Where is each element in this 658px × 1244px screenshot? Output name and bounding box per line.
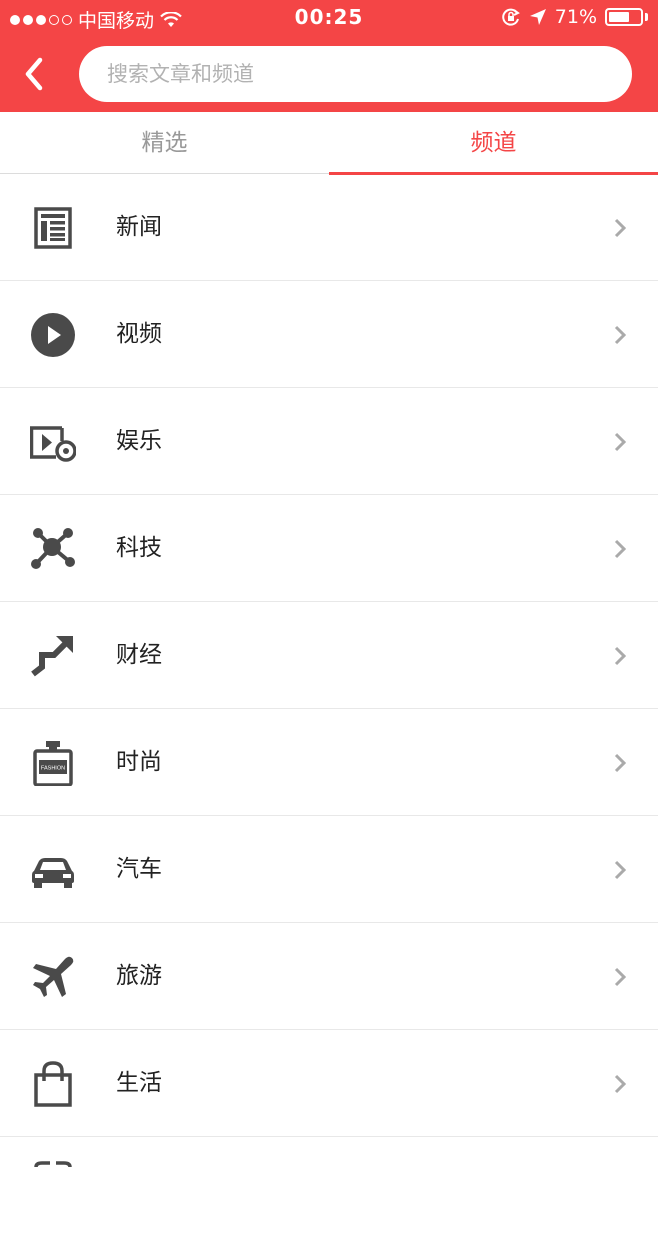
battery-icon: [605, 8, 643, 26]
partial-icon: [34, 1161, 72, 1168]
channel-label: 视频: [116, 321, 162, 347]
channel-row-tech[interactable]: 科技: [0, 495, 658, 602]
location-icon: [529, 9, 546, 25]
chevron-right-icon: [614, 753, 626, 773]
channel-row-entertainment[interactable]: 娱乐: [0, 388, 658, 495]
channel-label: 科技: [116, 535, 162, 561]
top-bar: 中国移动 00:25 71%: [0, 0, 658, 112]
tab-channels[interactable]: 频道: [329, 112, 658, 175]
fashion-icon-text: FASHION: [41, 766, 65, 772]
chevron-right-icon: [614, 860, 626, 880]
channel-row-life[interactable]: 生活: [0, 1030, 658, 1137]
airplane-icon: [33, 956, 74, 997]
chevron-right-icon: [614, 967, 626, 987]
channel-row-partial[interactable]: [0, 1137, 658, 1244]
channel-row-video[interactable]: 视频: [0, 281, 658, 388]
chevron-right-icon: [614, 218, 626, 238]
tab-bar: 精选 频道: [0, 112, 658, 175]
trend-up-icon: [31, 636, 73, 677]
channel-label: 新闻: [116, 214, 162, 240]
channel-label: 汽车: [116, 856, 162, 882]
channel-label: 生活: [116, 1070, 162, 1096]
channel-row-news[interactable]: 新闻: [0, 174, 658, 281]
perfume-icon: FASHION: [33, 741, 73, 786]
tab-featured[interactable]: 精选: [0, 112, 329, 174]
channel-row-travel[interactable]: 旅游: [0, 923, 658, 1030]
chevron-right-icon: [614, 325, 626, 345]
channel-label: 娱乐: [116, 428, 162, 454]
newspaper-icon: [34, 207, 72, 249]
car-icon: [32, 858, 74, 888]
shopping-bag-icon: [34, 1061, 72, 1107]
channel-label: 旅游: [116, 963, 162, 989]
chevron-right-icon: [614, 646, 626, 666]
search-input[interactable]: [79, 46, 632, 102]
chevron-right-icon: [614, 432, 626, 452]
channel-label: 时尚: [116, 749, 162, 775]
channel-label: 财经: [116, 642, 162, 668]
chevron-left-icon[interactable]: [18, 54, 52, 94]
channel-row-finance[interactable]: 财经: [0, 602, 658, 709]
molecule-icon: [31, 528, 75, 569]
battery-percent: 71%: [554, 6, 597, 28]
channel-list: 新闻 视频 娱乐 科技 财经 FASHION 时尚 汽车 旅游 生活: [0, 174, 658, 1244]
channel-row-auto[interactable]: 汽车: [0, 816, 658, 923]
chevron-right-icon: [614, 1074, 626, 1094]
channel-row-fashion[interactable]: FASHION 时尚: [0, 709, 658, 816]
status-right: 71%: [501, 6, 648, 28]
play-icon: [31, 313, 75, 357]
status-bar: 中国移动 00:25 71%: [0, 0, 658, 36]
movie-icon: [30, 426, 76, 462]
rotation-lock-icon: [502, 8, 520, 26]
chevron-right-icon: [614, 539, 626, 559]
